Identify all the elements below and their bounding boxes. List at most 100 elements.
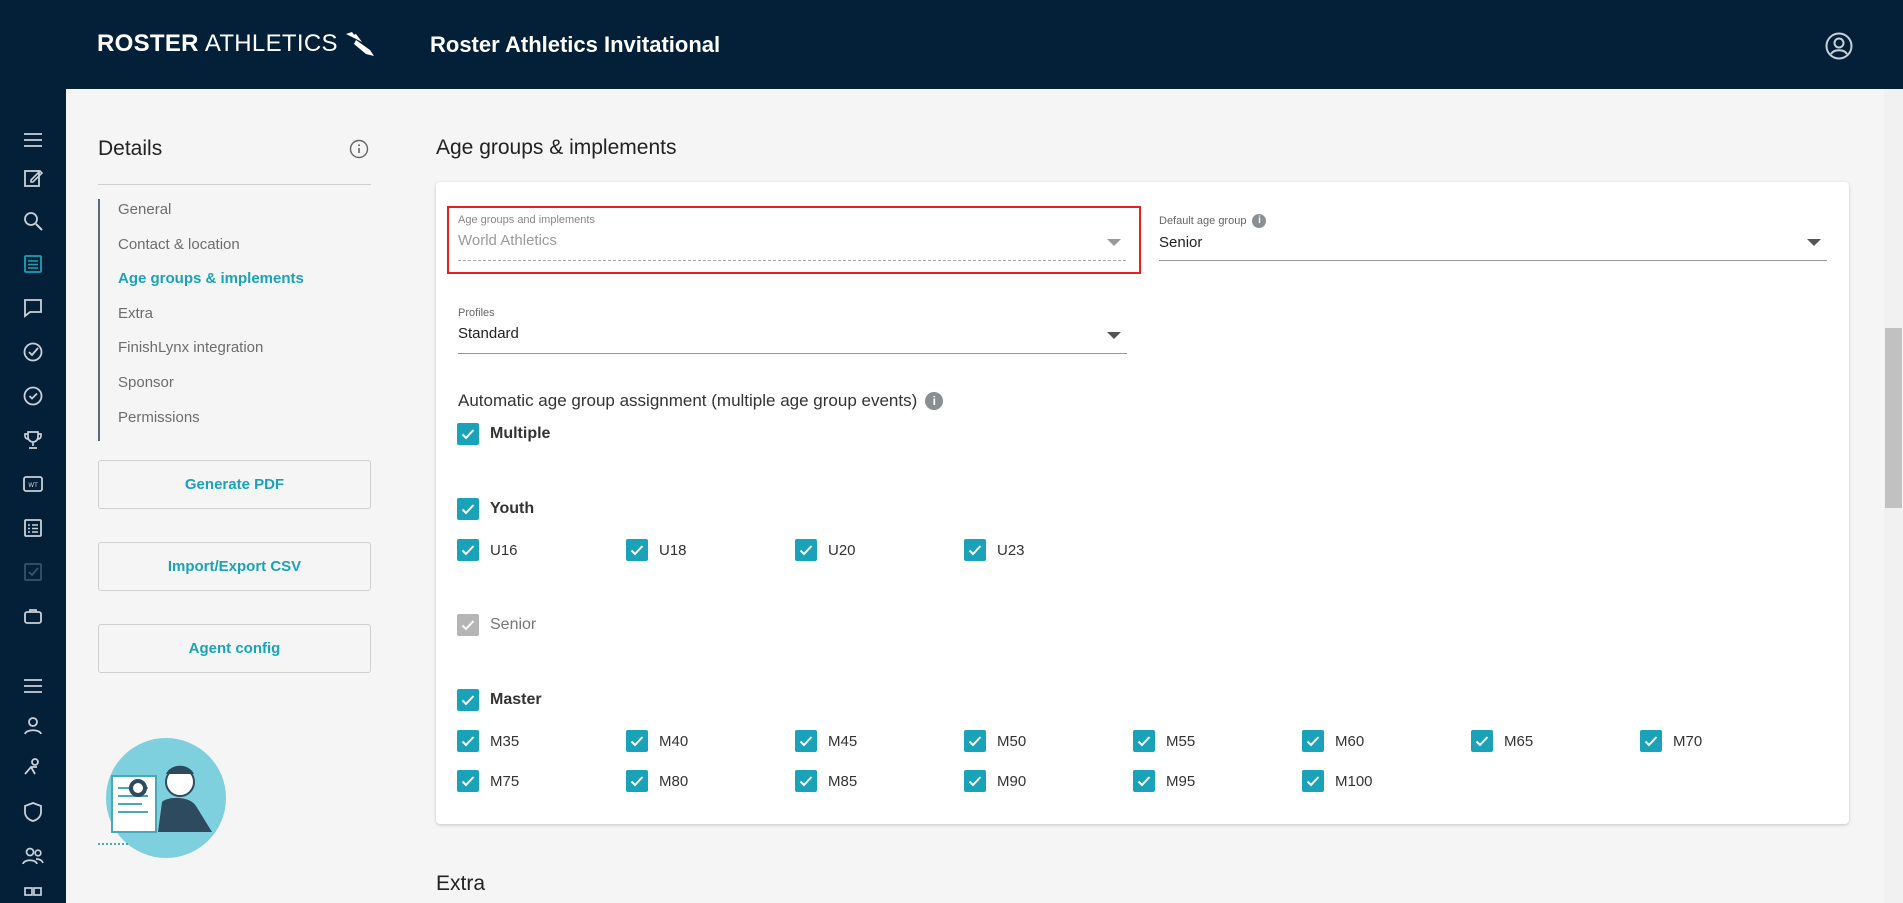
checkbox-m70[interactable]: M70 bbox=[1640, 730, 1702, 752]
nav-item-sponsor[interactable]: Sponsor bbox=[100, 372, 371, 407]
section-title-extra: Extra bbox=[436, 872, 486, 895]
checkbox-u23[interactable]: U23 bbox=[964, 539, 1025, 561]
group-icon[interactable] bbox=[21, 844, 45, 868]
shield-icon[interactable] bbox=[21, 800, 45, 824]
checkbox-checked-icon bbox=[626, 770, 648, 792]
checkbox-checked-icon bbox=[964, 539, 986, 561]
menu-icon[interactable] bbox=[21, 128, 45, 152]
checkbox-checked-icon bbox=[626, 539, 648, 561]
checkbox-checked-icon bbox=[1133, 770, 1155, 792]
checkbox-checked-icon bbox=[964, 770, 986, 792]
age-groups-card bbox=[436, 182, 1849, 824]
checkbox-checked-icon bbox=[457, 770, 479, 792]
checkbox-checked-icon bbox=[1302, 770, 1324, 792]
checkbox-checked-icon bbox=[1133, 730, 1155, 752]
checkbox-m50[interactable]: M50 bbox=[964, 730, 1026, 752]
logo-text-bold: ROSTER bbox=[97, 30, 199, 57]
nav-item-finishlynx[interactable]: FinishLynx integration bbox=[100, 337, 371, 372]
checkbox-checked-icon bbox=[457, 498, 479, 520]
icon-rail: WT bbox=[0, 89, 66, 903]
logo[interactable]: ROSTER ATHLETICS bbox=[97, 30, 378, 58]
import-export-csv-button[interactable]: Import/Export CSV bbox=[98, 542, 371, 591]
checkbox-u20[interactable]: U20 bbox=[795, 539, 856, 561]
checkbox-m100[interactable]: M100 bbox=[1302, 770, 1373, 792]
checkbox-m55[interactable]: M55 bbox=[1133, 730, 1195, 752]
info-icon[interactable]: i bbox=[925, 392, 944, 410]
checkbox-m40[interactable]: M40 bbox=[626, 730, 688, 752]
logo-text-thin: ATHLETICS bbox=[204, 30, 338, 57]
dropdown-caret-icon bbox=[1107, 332, 1121, 339]
checkbox-m90[interactable]: M90 bbox=[964, 770, 1026, 792]
checkbox-checked-icon bbox=[457, 614, 479, 636]
checkbox-checked-icon bbox=[457, 730, 479, 752]
athlete-icon[interactable] bbox=[21, 756, 45, 780]
nav-item-general[interactable]: General bbox=[100, 199, 371, 234]
checkbox-senior: Senior bbox=[457, 614, 536, 636]
divider bbox=[98, 184, 371, 185]
check-circle-icon[interactable] bbox=[21, 340, 45, 364]
default-age-group-value: Senior bbox=[1159, 234, 1203, 251]
results-list-icon[interactable] bbox=[21, 516, 45, 540]
grid-icon[interactable] bbox=[21, 884, 45, 903]
checkbox-m80[interactable]: M80 bbox=[626, 770, 688, 792]
generate-pdf-button[interactable]: Generate PDF bbox=[98, 460, 371, 509]
list-icon[interactable] bbox=[21, 252, 45, 276]
auto-assignment-label: Automatic age group assignment (multiple… bbox=[458, 391, 944, 411]
checkbox-checked-icon bbox=[1471, 730, 1493, 752]
help-illustration[interactable] bbox=[98, 736, 232, 860]
dropdown-caret-icon bbox=[1807, 239, 1821, 246]
checkbox-m45[interactable]: M45 bbox=[795, 730, 857, 752]
section-title-age-groups: Age groups & implements bbox=[436, 136, 677, 159]
nav-item-contact-location[interactable]: Contact & location bbox=[100, 234, 371, 269]
highlight-box bbox=[447, 206, 1141, 274]
checkbox-checked-icon bbox=[964, 730, 986, 752]
nav-item-permissions[interactable]: Permissions bbox=[100, 407, 371, 442]
svg-text:WT: WT bbox=[28, 482, 38, 489]
checkbox-u18[interactable]: U18 bbox=[626, 539, 687, 561]
checkbox-master[interactable]: Master bbox=[457, 689, 542, 711]
winged-shoe-icon bbox=[345, 32, 374, 56]
default-age-group-select[interactable]: Default age group i Senior bbox=[1159, 214, 1827, 261]
checkbox-m60[interactable]: M60 bbox=[1302, 730, 1364, 752]
checkbox-youth[interactable]: Youth bbox=[457, 498, 534, 520]
menu-icon[interactable] bbox=[21, 674, 45, 698]
search-icon[interactable] bbox=[21, 209, 45, 233]
details-nav: General Contact & location Age groups & … bbox=[98, 199, 371, 442]
profiles-select[interactable]: Profiles Standard bbox=[458, 307, 1127, 354]
app-title: Roster Athletics Invitational bbox=[430, 32, 721, 57]
checkbox-m75[interactable]: M75 bbox=[457, 770, 519, 792]
nav-item-age-groups[interactable]: Age groups & implements bbox=[100, 268, 371, 303]
checkbox-checked-icon bbox=[457, 539, 479, 561]
scrollbar-thumb[interactable] bbox=[1885, 328, 1902, 508]
trophy-icon[interactable] bbox=[21, 428, 45, 452]
checkbox-checked-icon bbox=[457, 689, 479, 711]
person-icon[interactable] bbox=[21, 714, 45, 738]
checkbox-checked-icon bbox=[626, 730, 648, 752]
info-icon[interactable] bbox=[349, 139, 369, 159]
details-title: Details bbox=[98, 137, 163, 160]
checkbox-m85[interactable]: M85 bbox=[795, 770, 857, 792]
checkbox-multiple[interactable]: Multiple bbox=[457, 423, 550, 445]
top-bar: ROSTER ATHLETICS Roster Athletics Invita… bbox=[0, 0, 1903, 89]
checkbox-checked-icon bbox=[1302, 730, 1324, 752]
checkbox-m35[interactable]: M35 bbox=[457, 730, 519, 752]
checkbox-u16[interactable]: U16 bbox=[457, 539, 518, 561]
checkbox-checked-icon bbox=[795, 730, 817, 752]
checkbox-checked-icon bbox=[457, 423, 479, 445]
checkbox-checked-icon bbox=[1640, 730, 1662, 752]
checkbox-m65[interactable]: M65 bbox=[1471, 730, 1533, 752]
scoreboard-icon[interactable]: WT bbox=[21, 472, 45, 496]
agent-config-button[interactable]: Agent config bbox=[98, 624, 371, 673]
info-icon[interactable]: i bbox=[1252, 214, 1267, 228]
default-age-group-label: Default age group i bbox=[1159, 214, 1827, 228]
profiles-value: Standard bbox=[458, 325, 519, 342]
edit-icon[interactable] bbox=[21, 166, 45, 190]
checkbox-checked-icon bbox=[795, 539, 817, 561]
account-circle-icon[interactable] bbox=[1824, 31, 1854, 61]
checkbox-m95[interactable]: M95 bbox=[1133, 770, 1195, 792]
check-circle-outline-icon[interactable] bbox=[21, 384, 45, 408]
chat-icon[interactable] bbox=[21, 296, 45, 320]
nav-item-extra[interactable]: Extra bbox=[100, 303, 371, 338]
checkbox-checked-icon bbox=[795, 770, 817, 792]
briefcase-icon[interactable] bbox=[21, 604, 45, 628]
